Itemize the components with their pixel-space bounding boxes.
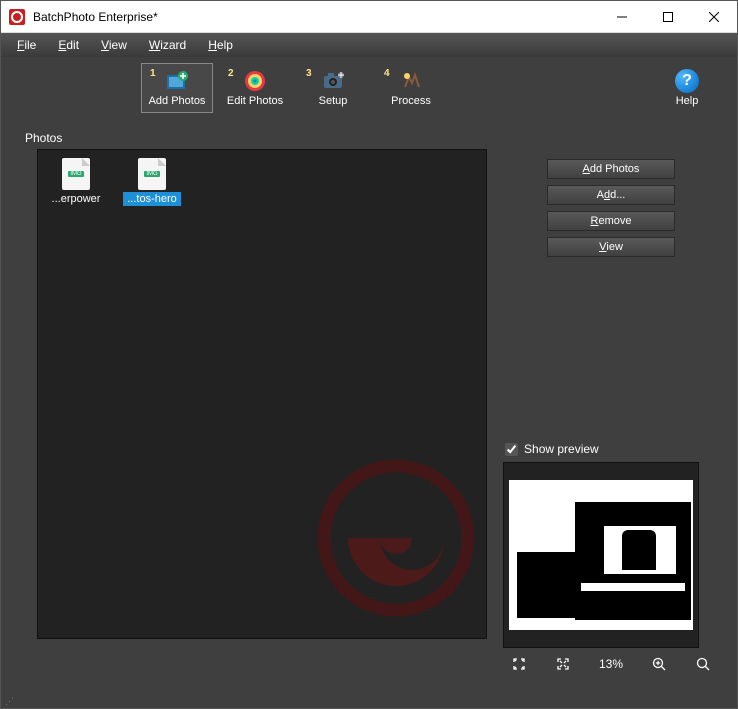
toolbar-label: Setup [319,95,348,107]
resize-grip[interactable]: ⋰ [5,697,15,706]
preview-image [509,480,693,630]
minimize-icon [617,12,627,22]
window-title: BatchPhoto Enterprise* [33,10,599,24]
maximize-button[interactable] [645,1,691,32]
photo-thumb[interactable]: IMG ...tos-hero [120,158,184,206]
toolbar-label: Add Photos [149,95,206,107]
status-bar: ⋰ [1,690,737,708]
preview-box [503,462,699,648]
zoom-in-button[interactable] [651,656,667,672]
thumb-label: ...tos-hero [123,192,181,206]
fit-to-window-button[interactable] [511,656,527,672]
menu-edit[interactable]: Edit [48,36,89,54]
titlebar: BatchPhoto Enterprise* [1,1,737,33]
minimize-button[interactable] [599,1,645,32]
toolbar: 1 Add Photos 2 Edit Photos 3 Setup 4 Pro… [1,57,737,117]
toolbar-add-photos[interactable]: 1 Add Photos [141,63,213,113]
toolbar-label: Edit Photos [227,95,283,107]
setup-icon [321,69,345,93]
watermark-swirl-icon [316,458,476,618]
toolbar-label: Help [676,95,699,107]
photos-section-label: Photos [1,125,737,149]
toolbar-setup[interactable]: 3 Setup [297,63,369,113]
image-file-icon: IMG [62,158,90,190]
toolbar-help[interactable]: ? Help [657,63,717,113]
thumbnails: IMG ...erpower IMG ...tos-hero [38,150,190,214]
remove-button[interactable]: Remove [547,211,675,231]
zoom-out-icon [696,657,710,671]
add-photos-button[interactable]: Add Photos [547,159,675,179]
main-area: IMG ...erpower IMG ...tos-hero Add Photo… [1,149,737,690]
photo-thumb[interactable]: IMG ...erpower [44,158,108,206]
add-button[interactable]: Add... [547,185,675,205]
step-number: 2 [228,68,234,79]
preview-controls: 13% [503,648,719,672]
fit-icon [512,657,526,671]
app-window: BatchPhoto Enterprise* File Edit View Wi… [0,0,738,709]
zoom-in-icon [652,657,666,671]
toolbar-process[interactable]: 4 Process [375,63,447,113]
app-icon [9,9,25,25]
menu-view[interactable]: View [91,36,137,54]
maximize-icon [663,12,673,22]
close-button[interactable] [691,1,737,32]
step-number: 1 [150,68,156,79]
show-preview-input[interactable] [505,443,518,456]
fullscreen-icon [556,657,570,671]
view-button[interactable]: View [547,237,675,257]
close-icon [709,12,719,22]
content-area: 1 Add Photos 2 Edit Photos 3 Setup 4 Pro… [1,57,737,690]
fullscreen-button[interactable] [555,656,571,672]
window-controls [599,1,737,32]
toolbar-edit-photos[interactable]: 2 Edit Photos [219,63,291,113]
menubar: File Edit View Wizard Help [1,33,737,57]
step-number: 3 [306,68,312,79]
process-icon [399,69,423,93]
side-buttons: Add Photos Add... Remove View [503,159,719,257]
toolbar-label: Process [391,95,431,107]
edit-photos-icon [243,69,267,93]
add-photos-icon [165,69,189,93]
step-number: 4 [384,68,390,79]
image-file-icon: IMG [138,158,166,190]
menu-file[interactable]: File [7,36,46,54]
show-preview-checkbox[interactable]: Show preview [503,442,719,456]
side-panel: Add Photos Add... Remove View Show previ… [503,149,719,672]
help-icon: ? [675,69,699,93]
menu-help[interactable]: Help [198,36,243,54]
zoom-percent: 13% [599,657,623,671]
preview-section: Show preview [503,442,719,672]
photos-panel[interactable]: IMG ...erpower IMG ...tos-hero [37,149,487,639]
thumb-label: ...erpower [48,192,105,206]
zoom-out-button[interactable] [695,656,711,672]
menu-wizard[interactable]: Wizard [139,36,196,54]
